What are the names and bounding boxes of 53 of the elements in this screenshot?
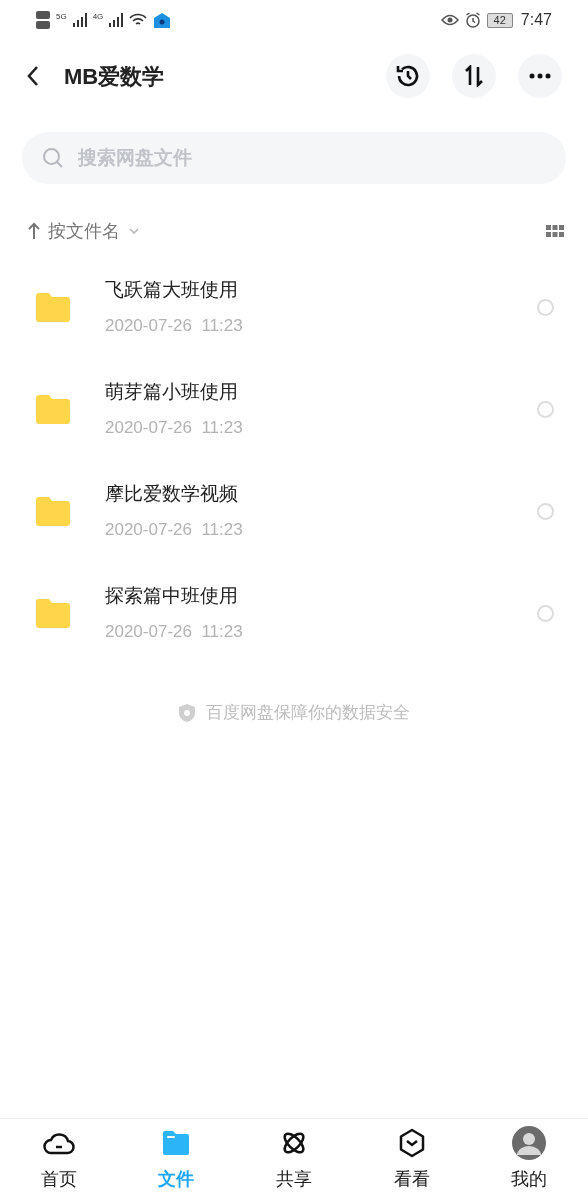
page-title: MB爱数学 [64, 62, 165, 91]
folder-name: 飞跃篇大班使用 [105, 278, 239, 302]
security-note: 百度网盘保障你的数据安全 [206, 702, 410, 724]
up-arrow-icon [28, 222, 40, 240]
nav-tab[interactable]: 我的 [470, 1119, 588, 1200]
caret-icon [128, 227, 140, 235]
folder-name: 探索篇中班使用 [105, 584, 239, 608]
sort-button[interactable] [452, 54, 496, 98]
folder-row[interactable]: 飞跃篇大班使用 2020-07-26 11:23 [0, 256, 588, 358]
folder-icon [36, 394, 70, 424]
select-radio[interactable] [537, 400, 554, 418]
eye-icon [440, 14, 459, 26]
alarm-icon [464, 12, 481, 28]
sort-by-name-button[interactable]: 按文件名 [28, 217, 140, 245]
status-time: 7:47 [520, 10, 552, 30]
app-icon [153, 12, 172, 28]
folder-row[interactable]: 萌芽篇小班使用 2020-07-26 11:23 [0, 358, 588, 460]
modified-date: 2020-07-26 11:23 [105, 620, 243, 643]
folder-icon [36, 292, 70, 322]
shield-icon [178, 702, 196, 723]
more-icon [529, 73, 551, 79]
orbit-icon [280, 1129, 308, 1157]
history-button[interactable] [386, 54, 430, 98]
folder-name: 萌芽篇小班使用 [105, 380, 239, 404]
modified-date: 2020-07-26 11:23 [105, 416, 243, 439]
history-icon [395, 63, 421, 89]
folder-row[interactable]: 探索篇中班使用 2020-07-26 11:23 [0, 562, 588, 664]
network-label: 5G [56, 11, 67, 23]
modified-date: 2020-07-26 11:23 [105, 314, 243, 337]
network-label: 4G [92, 11, 104, 23]
folder-icon [36, 598, 70, 628]
folder-name: 摩比爱数学视频 [105, 482, 239, 506]
nav-tab[interactable]: 看看 [352, 1119, 471, 1200]
select-radio[interactable] [537, 502, 554, 520]
folder-icon [161, 1129, 192, 1157]
folder-icon [36, 496, 70, 526]
battery-indicator: 42 [486, 12, 513, 28]
signal-icon [72, 13, 87, 27]
back-icon[interactable] [26, 65, 40, 87]
wifi-icon [129, 13, 148, 27]
grid-view-icon[interactable] [546, 225, 564, 237]
nav-tab[interactable]: 首页 [0, 1119, 118, 1200]
select-radio[interactable] [537, 604, 554, 622]
avatar-icon [512, 1126, 547, 1160]
more-button[interactable] [518, 54, 562, 98]
signal-icon [109, 13, 124, 27]
modified-date: 2020-07-26 11:23 [105, 518, 243, 541]
nav-tab[interactable]: 共享 [235, 1119, 353, 1200]
select-radio[interactable] [537, 298, 554, 316]
hexagon-icon [397, 1128, 426, 1158]
sort-arrows-icon [463, 65, 485, 87]
search-icon [42, 147, 64, 169]
folder-row[interactable]: 摩比爱数学视频 2020-07-26 11:23 [0, 460, 588, 562]
